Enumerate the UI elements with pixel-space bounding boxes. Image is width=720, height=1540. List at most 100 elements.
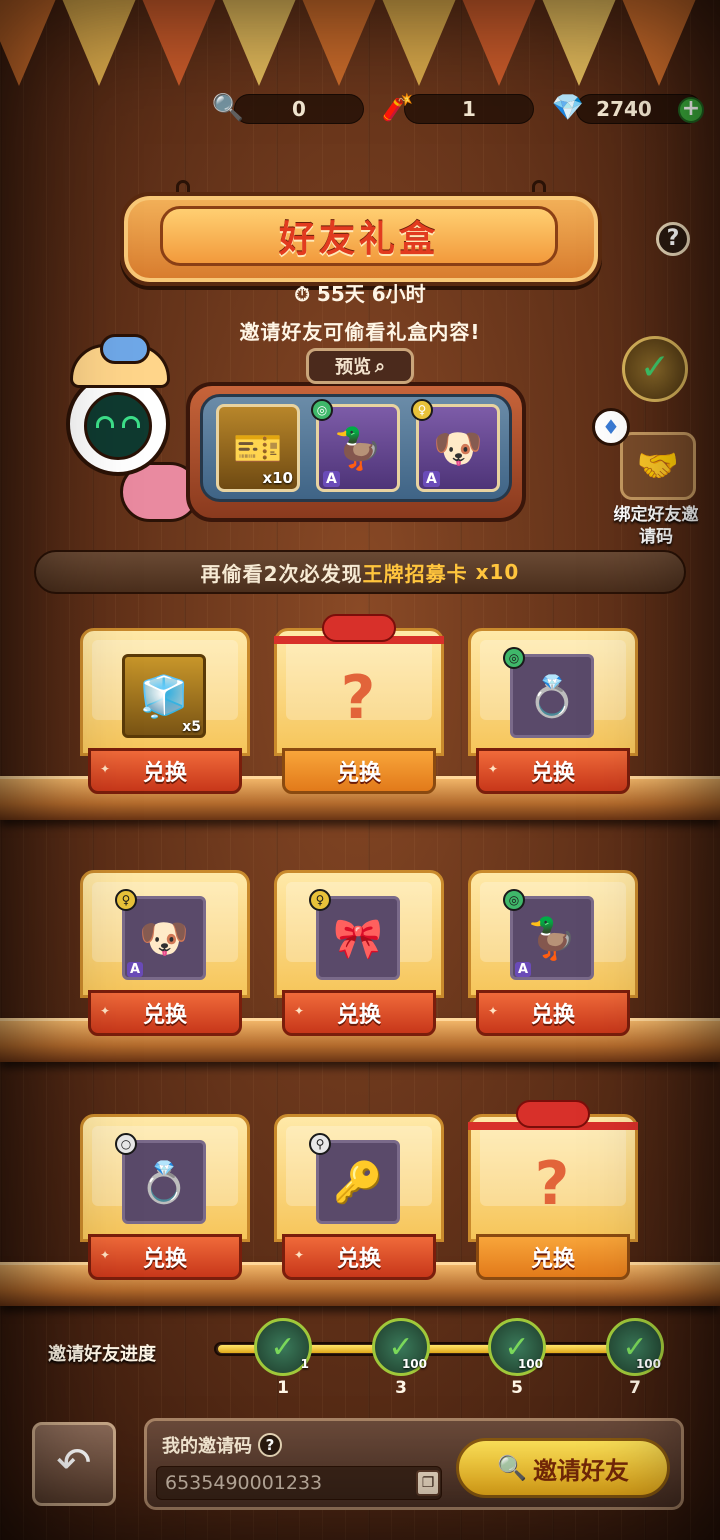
item-quantity: x5 [182,719,201,735]
element-badge-icon: ♀ [411,399,433,421]
add-diamond-button[interactable]: + [678,97,704,123]
countdown-timer: ⏱ 55天 6小时 [294,282,426,306]
copy-icon[interactable]: ❐ [416,1470,440,1496]
handshake-icon: 🤝 [636,446,680,486]
question-mark-icon: ? [340,663,376,733]
invite-friend-button[interactable]: 🔍 邀请好友 [456,1438,670,1498]
preview-slot[interactable]: 🎫 x10 [216,404,300,492]
sparkle-icon: ✦ [294,1248,305,1262]
invite-friend-label: 邀请好友 [532,1456,629,1485]
exchange-label: 兑换 [336,761,381,786]
gift-box[interactable]: 💍 ○ 兑换 ✦ [80,1114,250,1286]
page-title: 好友礼盒 [160,206,558,266]
exchange-button[interactable]: 兑换 [282,1234,436,1280]
slot-quantity: x10 [262,469,293,487]
mascot-eye [122,416,140,428]
exchange-button[interactable]: 兑换 [476,990,630,1036]
milestone-reward[interactable]: ✓ 100 [488,1318,546,1376]
milestone-count: 100 [635,1357,661,1371]
milestone-count: 100 [401,1357,427,1371]
preview-label: 预览 [334,357,371,378]
mystery-gift-box[interactable]: ? 兑换 [274,614,444,800]
exchange-button[interactable]: 兑换 [282,990,436,1036]
sparkle-icon: ✦ [100,1248,111,1262]
question-mark-icon: ? [534,1149,570,1219]
mascot-bow [100,334,150,364]
search-icon: ⌕ [374,355,386,377]
item-icon: 🐶 [139,915,189,962]
magnifier-icon: 🔍 [211,93,245,123]
invite-code-label-row: 我的邀请码 ? [162,1432,282,1458]
gift-box[interactable]: 🦆 A ◎ 兑换 ✦ [468,870,638,1042]
gift-box[interactable]: 🐶 A ♀ 兑换 ✦ [80,870,250,1042]
clue-counter: 0 [234,94,364,124]
reward-item: 🔑 ⚲ [309,1133,400,1224]
clue-count: 0 [292,97,306,121]
mascot-face [84,392,152,460]
exchange-button[interactable]: 兑换 [88,990,242,1036]
exchange-label: 兑换 [530,1003,575,1028]
bind-friend-button[interactable]: 🤝 [620,432,696,500]
element-badge-icon: ○ [115,1133,137,1155]
element-badge-icon: ♀ [309,889,331,911]
checkin-check-icon[interactable]: ✓ [622,336,688,402]
rank-badge: A [423,471,440,487]
element-badge-icon: ◎ [503,647,525,669]
ribbon-bow [322,614,396,642]
milestone-label: 3 [395,1378,407,1398]
sparkle-icon: ✦ [100,762,111,776]
milestone-reward[interactable]: ✓ 100 [372,1318,430,1376]
invite-code-label: 我的邀请码 [162,1436,252,1457]
element-badge-icon: ♀ [115,889,137,911]
reward-item: 🦆 A ◎ [503,889,594,980]
exchange-button[interactable]: 兑换 [476,748,630,794]
exchange-button[interactable]: 兑换 [88,1234,242,1280]
invite-code-field[interactable]: 6535490001233 [156,1466,442,1500]
exchange-button[interactable]: 兑换 [282,748,436,794]
exchange-label: 兑换 [530,761,575,786]
item-icon: 🔑 [333,1159,383,1206]
invite-code-help-icon[interactable]: ? [258,1433,282,1457]
diamond-count: 2740 [596,97,652,121]
bind-label-line2: 请码 [639,527,673,547]
gift-box[interactable]: 🎀 ♀ 兑换 ✦ [274,870,444,1042]
preview-slot[interactable]: 🐶 A ♀ [411,399,500,492]
sparkle-icon: ✦ [488,762,499,776]
milestone-reward[interactable]: ✓ 1 [254,1318,312,1376]
reward-item: 💍 ○ [115,1133,206,1224]
gift-box[interactable]: 🧊 x5 兑换 ✦ [80,628,250,800]
milestone-label: 5 [511,1378,523,1398]
exchange-label: 兑换 [336,1003,381,1028]
reward-item: 💍 ◎ [503,647,594,738]
diamond-icon: 💎 [551,93,585,123]
rank-badge: A [323,471,340,487]
item-icon: 🎀 [333,915,383,962]
sparkle-icon: ✦ [294,1004,305,1018]
exchange-label: 兑换 [530,1247,575,1272]
banner-prefix: 再偷看2次必发现 [200,561,363,586]
exchange-button[interactable]: 兑换 [88,748,242,794]
help-button[interactable]: ? [656,222,690,256]
milestone-reward[interactable]: ✓ 100 [606,1318,664,1376]
element-badge-icon: ⚲ [309,1133,331,1155]
item-icon: 🧊 [139,673,189,720]
reward-item: 🧊 x5 [122,654,206,738]
exchange-label: 兑换 [142,1247,187,1272]
milestone-count: 100 [517,1357,543,1371]
gift-box[interactable]: 🔑 ⚲ 兑换 ✦ [274,1114,444,1286]
bind-label-line1: 绑定好友邀 [613,505,699,525]
sparkle-icon: ✦ [100,1004,111,1018]
reward-item: 🐶 A ♀ [115,889,206,980]
exchange-button[interactable]: 兑换 [476,1234,630,1280]
mystery-gift-box[interactable]: ? 兑换 [468,1100,638,1286]
preview-slot[interactable]: 🦆 A ◎ [311,399,400,492]
milestone-count: 1 [300,1357,309,1371]
back-button[interactable]: ↶ [32,1422,116,1506]
exchange-label: 兑换 [336,1247,381,1272]
preview-button[interactable]: 预览 ⌕ [306,348,414,384]
bind-friend-label: 绑定好友邀 请码 [596,504,716,548]
gift-box[interactable]: 💍 ◎ 兑换 ✦ [468,628,638,800]
rank-badge: A [515,962,532,977]
milestone-label: 1 [277,1378,289,1398]
element-badge-icon: ◎ [503,889,525,911]
